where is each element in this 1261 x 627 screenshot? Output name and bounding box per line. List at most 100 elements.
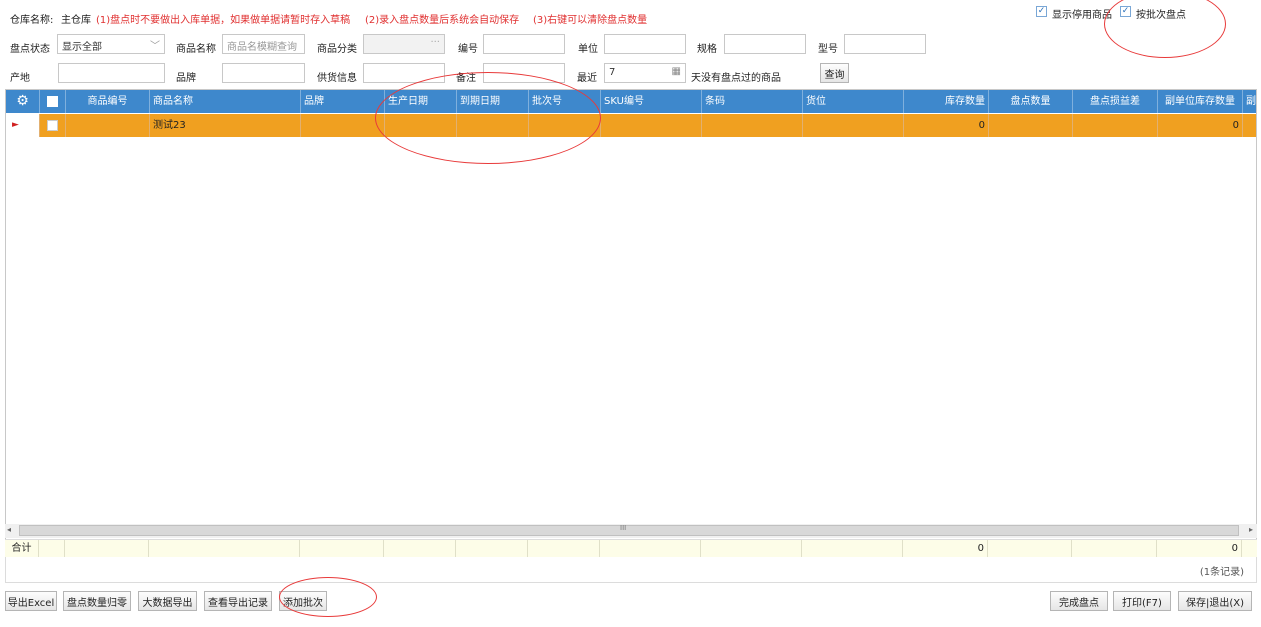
- cell-stock-qty[interactable]: 0: [904, 114, 989, 137]
- cell-count-qty[interactable]: [989, 114, 1073, 137]
- col-product-name[interactable]: 商品名称: [150, 90, 301, 113]
- status-label: 盘点状态: [10, 44, 50, 55]
- totals-cell: [1072, 540, 1157, 557]
- cell-sku-code[interactable]: [601, 114, 702, 137]
- reset-count-button[interactable]: 盘点数量归零: [63, 591, 131, 611]
- more-icon[interactable]: ···: [430, 37, 440, 48]
- warehouse-label: 仓库名称:: [10, 15, 54, 26]
- col-batch-no[interactable]: 批次号: [529, 90, 601, 113]
- totals-cell: [149, 540, 300, 557]
- warehouse-value: 主仓库: [61, 15, 91, 26]
- col-sku-code[interactable]: SKU编号: [601, 90, 702, 113]
- spec-label: 规格: [697, 44, 717, 55]
- recent-days-value: 7: [609, 67, 616, 78]
- cell-product-name[interactable]: 测试23: [150, 114, 301, 137]
- status-bar: (1条记录): [5, 557, 1257, 583]
- scroll-right-icon[interactable]: ▸: [1249, 525, 1253, 534]
- model-label: 型号: [818, 44, 838, 55]
- big-data-export-button[interactable]: 大数据导出: [138, 591, 197, 611]
- cell-batch-no[interactable]: [529, 114, 601, 137]
- totals-cell: [384, 540, 456, 557]
- show-disabled-label: 显示停用商品: [1052, 10, 1112, 21]
- scroll-left-icon[interactable]: ◂: [7, 525, 11, 534]
- supplier-label: 供货信息: [317, 73, 357, 84]
- cell-sub-unit-stock[interactable]: 0: [1158, 114, 1243, 137]
- col-sub-unit-stock[interactable]: 副单位库存数量: [1158, 90, 1243, 113]
- grid-header: ⚙ 商品编号 商品名称 品牌 生产日期 到期日期 批次号 SKU编号 条码 货位…: [6, 90, 1256, 113]
- view-export-records-button[interactable]: 查看导出记录: [204, 591, 272, 611]
- origin-label: 产地: [10, 73, 30, 84]
- cell-barcode[interactable]: [702, 114, 803, 137]
- tip-1: (1)盘点时不要做出入库单据，如果做单据请暂时存入草稿: [96, 15, 351, 26]
- cell-product-code[interactable]: [66, 114, 150, 137]
- save-exit-button[interactable]: 保存|退出(X): [1178, 591, 1252, 611]
- supplier-input[interactable]: [363, 63, 445, 83]
- row-checkbox-cell[interactable]: [40, 114, 66, 137]
- col-sub-more[interactable]: 副: [1243, 90, 1256, 113]
- print-button[interactable]: 打印(F7): [1113, 591, 1171, 611]
- category-input[interactable]: ···: [363, 34, 445, 54]
- col-count-qty[interactable]: 盘点数量: [989, 90, 1073, 113]
- remark-input[interactable]: [483, 63, 565, 83]
- export-excel-button[interactable]: 导出Excel: [5, 591, 57, 611]
- by-batch-label: 按批次盘点: [1136, 10, 1186, 21]
- unit-label: 单位: [578, 44, 598, 55]
- model-input[interactable]: [844, 34, 926, 54]
- row-indicator-icon: ►: [6, 114, 40, 137]
- totals-cell: [528, 540, 600, 557]
- status-select[interactable]: 显示全部 ﹀: [57, 34, 165, 54]
- category-label: 商品分类: [317, 44, 357, 55]
- cell-brand[interactable]: [301, 114, 385, 137]
- name-input[interactable]: 商品名模糊查询: [222, 34, 305, 54]
- inventory-grid: ⚙ 商品编号 商品名称 品牌 生产日期 到期日期 批次号 SKU编号 条码 货位…: [5, 89, 1257, 556]
- chevron-down-icon: ﹀: [150, 41, 160, 52]
- cell-expiry-date[interactable]: [457, 114, 529, 137]
- brand-input[interactable]: [222, 63, 305, 83]
- totals-cell: [39, 540, 65, 557]
- totals-cell: [802, 540, 903, 557]
- add-batch-button[interactable]: 添加批次: [279, 591, 327, 611]
- name-label: 商品名称: [176, 44, 216, 55]
- recent-days-input[interactable]: 7 ▦: [604, 63, 686, 83]
- cell-location[interactable]: [803, 114, 904, 137]
- unit-input[interactable]: [604, 34, 686, 54]
- totals-cell: [65, 540, 149, 557]
- gear-icon[interactable]: ⚙: [6, 90, 40, 113]
- origin-input[interactable]: [58, 63, 165, 83]
- col-brand[interactable]: 品牌: [301, 90, 385, 113]
- code-input[interactable]: [483, 34, 565, 54]
- totals-cell: [456, 540, 528, 557]
- table-row[interactable]: ► 测试23 0 0: [6, 114, 1256, 137]
- col-expiry-date[interactable]: 到期日期: [457, 90, 529, 113]
- totals-stock: 0: [903, 540, 988, 557]
- col-stock-qty[interactable]: 库存数量: [904, 90, 989, 113]
- cell-production-date[interactable]: [385, 114, 457, 137]
- spec-input[interactable]: [724, 34, 806, 54]
- scroll-grip: III: [620, 524, 627, 532]
- code-label: 编号: [458, 44, 478, 55]
- query-button[interactable]: 查询: [820, 63, 849, 83]
- select-all-cell[interactable]: [40, 90, 66, 113]
- calendar-icon[interactable]: ▦: [672, 66, 681, 77]
- show-disabled-checkbox[interactable]: ✓: [1036, 6, 1047, 17]
- scroll-thumb[interactable]: III: [19, 524, 1239, 536]
- totals-cell: [701, 540, 802, 557]
- totals-cell: [600, 540, 701, 557]
- recent-label: 最近: [577, 73, 597, 84]
- col-count-diff[interactable]: 盘点损益差: [1073, 90, 1158, 113]
- horizontal-scrollbar[interactable]: ◂ III ▸: [5, 524, 1257, 538]
- by-batch-checkbox[interactable]: ✓: [1120, 6, 1131, 17]
- col-production-date[interactable]: 生产日期: [385, 90, 457, 113]
- col-barcode[interactable]: 条码: [702, 90, 803, 113]
- select-all-checkbox[interactable]: [47, 96, 58, 107]
- col-product-code[interactable]: 商品编号: [66, 90, 150, 113]
- totals-sub-stock: 0: [1157, 540, 1242, 557]
- finish-count-button[interactable]: 完成盘点: [1050, 591, 1108, 611]
- cell-count-diff[interactable]: [1073, 114, 1158, 137]
- tip-2: (2)录入盘点数量后系统会自动保存: [365, 15, 520, 26]
- col-location[interactable]: 货位: [803, 90, 904, 113]
- totals-cell: [300, 540, 384, 557]
- brand-label: 品牌: [176, 73, 196, 84]
- row-checkbox[interactable]: [47, 120, 58, 131]
- cell-sub-more[interactable]: [1243, 114, 1256, 137]
